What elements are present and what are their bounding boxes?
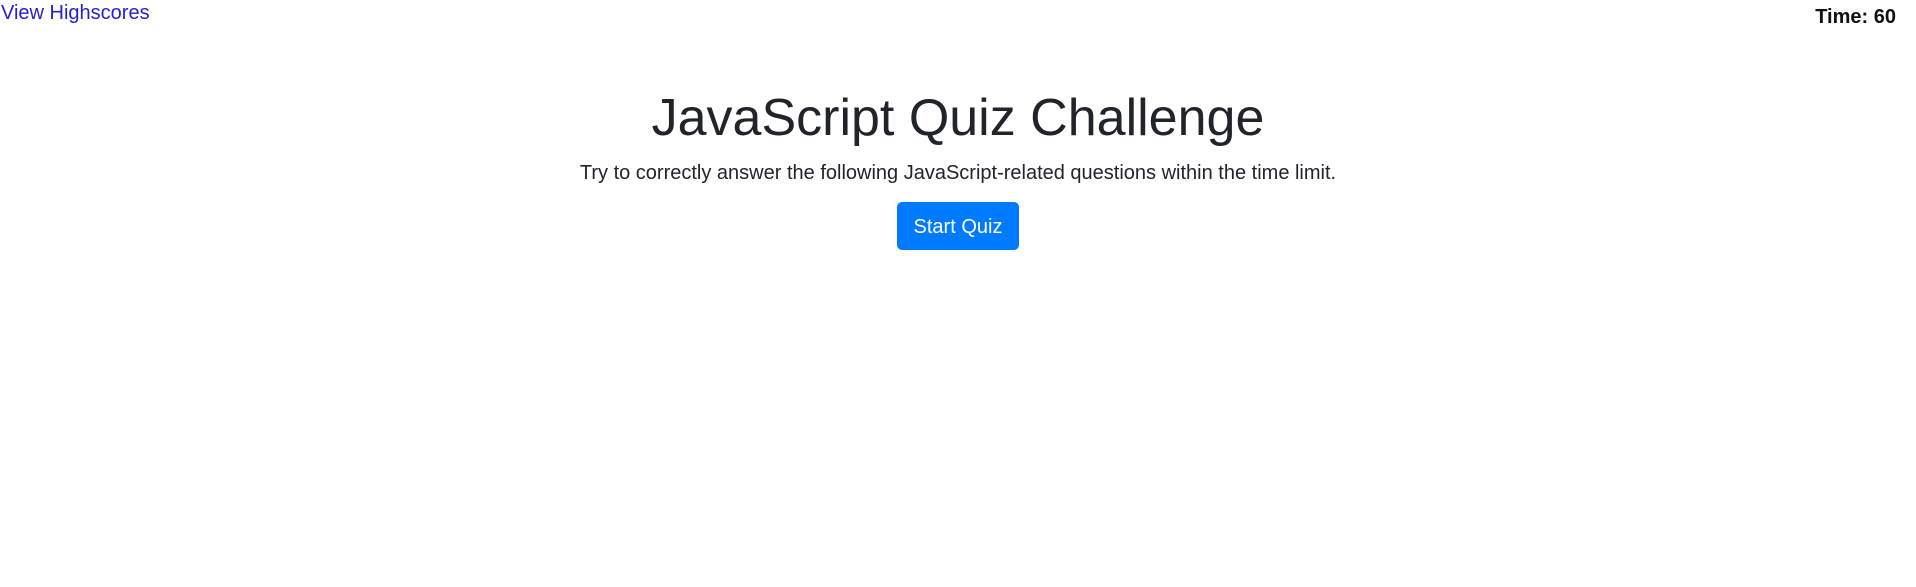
timer-label: Time: — [1815, 6, 1869, 28]
top-bar: View Highscores Time: 60 — [0, 0, 1916, 40]
timer-value: 60 — [1873, 6, 1896, 28]
start-quiz-button[interactable]: Start Quiz — [896, 202, 1020, 250]
quiz-intro: JavaScript Quiz Challenge Try to correct… — [0, 84, 1916, 250]
timer: Time: 60 — [1815, 5, 1896, 29]
quiz-description: Try to correctly answer the following Ja… — [579, 162, 1337, 184]
page-title: JavaScript Quiz Challenge — [651, 89, 1265, 147]
view-highscores-link[interactable]: View Highscores — [1, 1, 150, 25]
